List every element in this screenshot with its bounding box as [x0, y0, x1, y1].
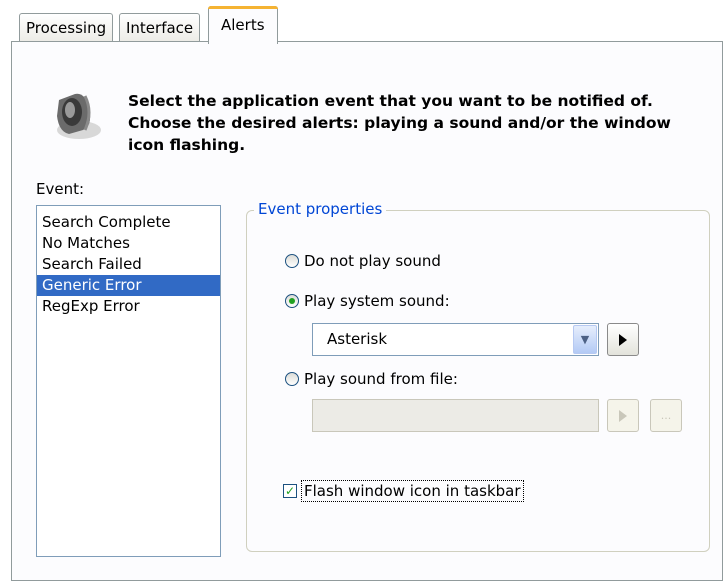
play-icon [619, 333, 627, 346]
flash-icon-checkbox[interactable]: ✓ Flash window icon in taskbar [283, 478, 524, 504]
list-item-selected[interactable]: Generic Error [37, 275, 220, 296]
event-listbox[interactable]: Search Complete No Matches Search Failed… [36, 205, 221, 557]
file-sound-label: Play sound from file: [304, 370, 458, 388]
sound-file-input[interactable] [312, 399, 599, 432]
instructions-text: Select the application event that you wa… [128, 92, 671, 154]
play-icon [619, 409, 627, 422]
list-item[interactable]: No Matches [37, 233, 220, 254]
system-sound-value: Asterisk [327, 330, 388, 348]
tab-alerts[interactable]: Alerts [208, 6, 278, 44]
event-label: Event: [36, 180, 85, 198]
speaker-icon [57, 93, 101, 139]
browse-button[interactable]: ... [650, 399, 682, 432]
event-properties-title: Event properties [254, 200, 387, 218]
no-sound-radio[interactable]: Do not play sound [285, 252, 441, 270]
list-item[interactable]: RegExp Error [37, 296, 220, 317]
checkmark-icon[interactable]: ✓ [283, 484, 297, 498]
system-sound-label: Play system sound: [304, 292, 450, 310]
list-item[interactable]: Search Complete [37, 212, 220, 233]
chevron-down-icon[interactable]: ▼ [573, 325, 597, 354]
radio-icon[interactable] [285, 372, 299, 386]
tab-processing[interactable]: Processing [19, 13, 114, 42]
no-sound-label: Do not play sound [304, 252, 441, 270]
tab-interface[interactable]: Interface [119, 13, 201, 42]
flash-label: Flash window icon in taskbar [301, 480, 524, 502]
system-sound-select[interactable]: Asterisk ▼ [312, 323, 599, 356]
play-file-sound-button[interactable] [607, 399, 639, 432]
radio-selected-icon[interactable] [285, 294, 299, 308]
list-item[interactable]: Search Failed [37, 254, 220, 275]
radio-icon[interactable] [285, 254, 299, 268]
file-sound-radio[interactable]: Play sound from file: [285, 370, 458, 388]
play-system-sound-button[interactable] [607, 323, 639, 356]
system-sound-radio[interactable]: Play system sound: [285, 292, 450, 310]
